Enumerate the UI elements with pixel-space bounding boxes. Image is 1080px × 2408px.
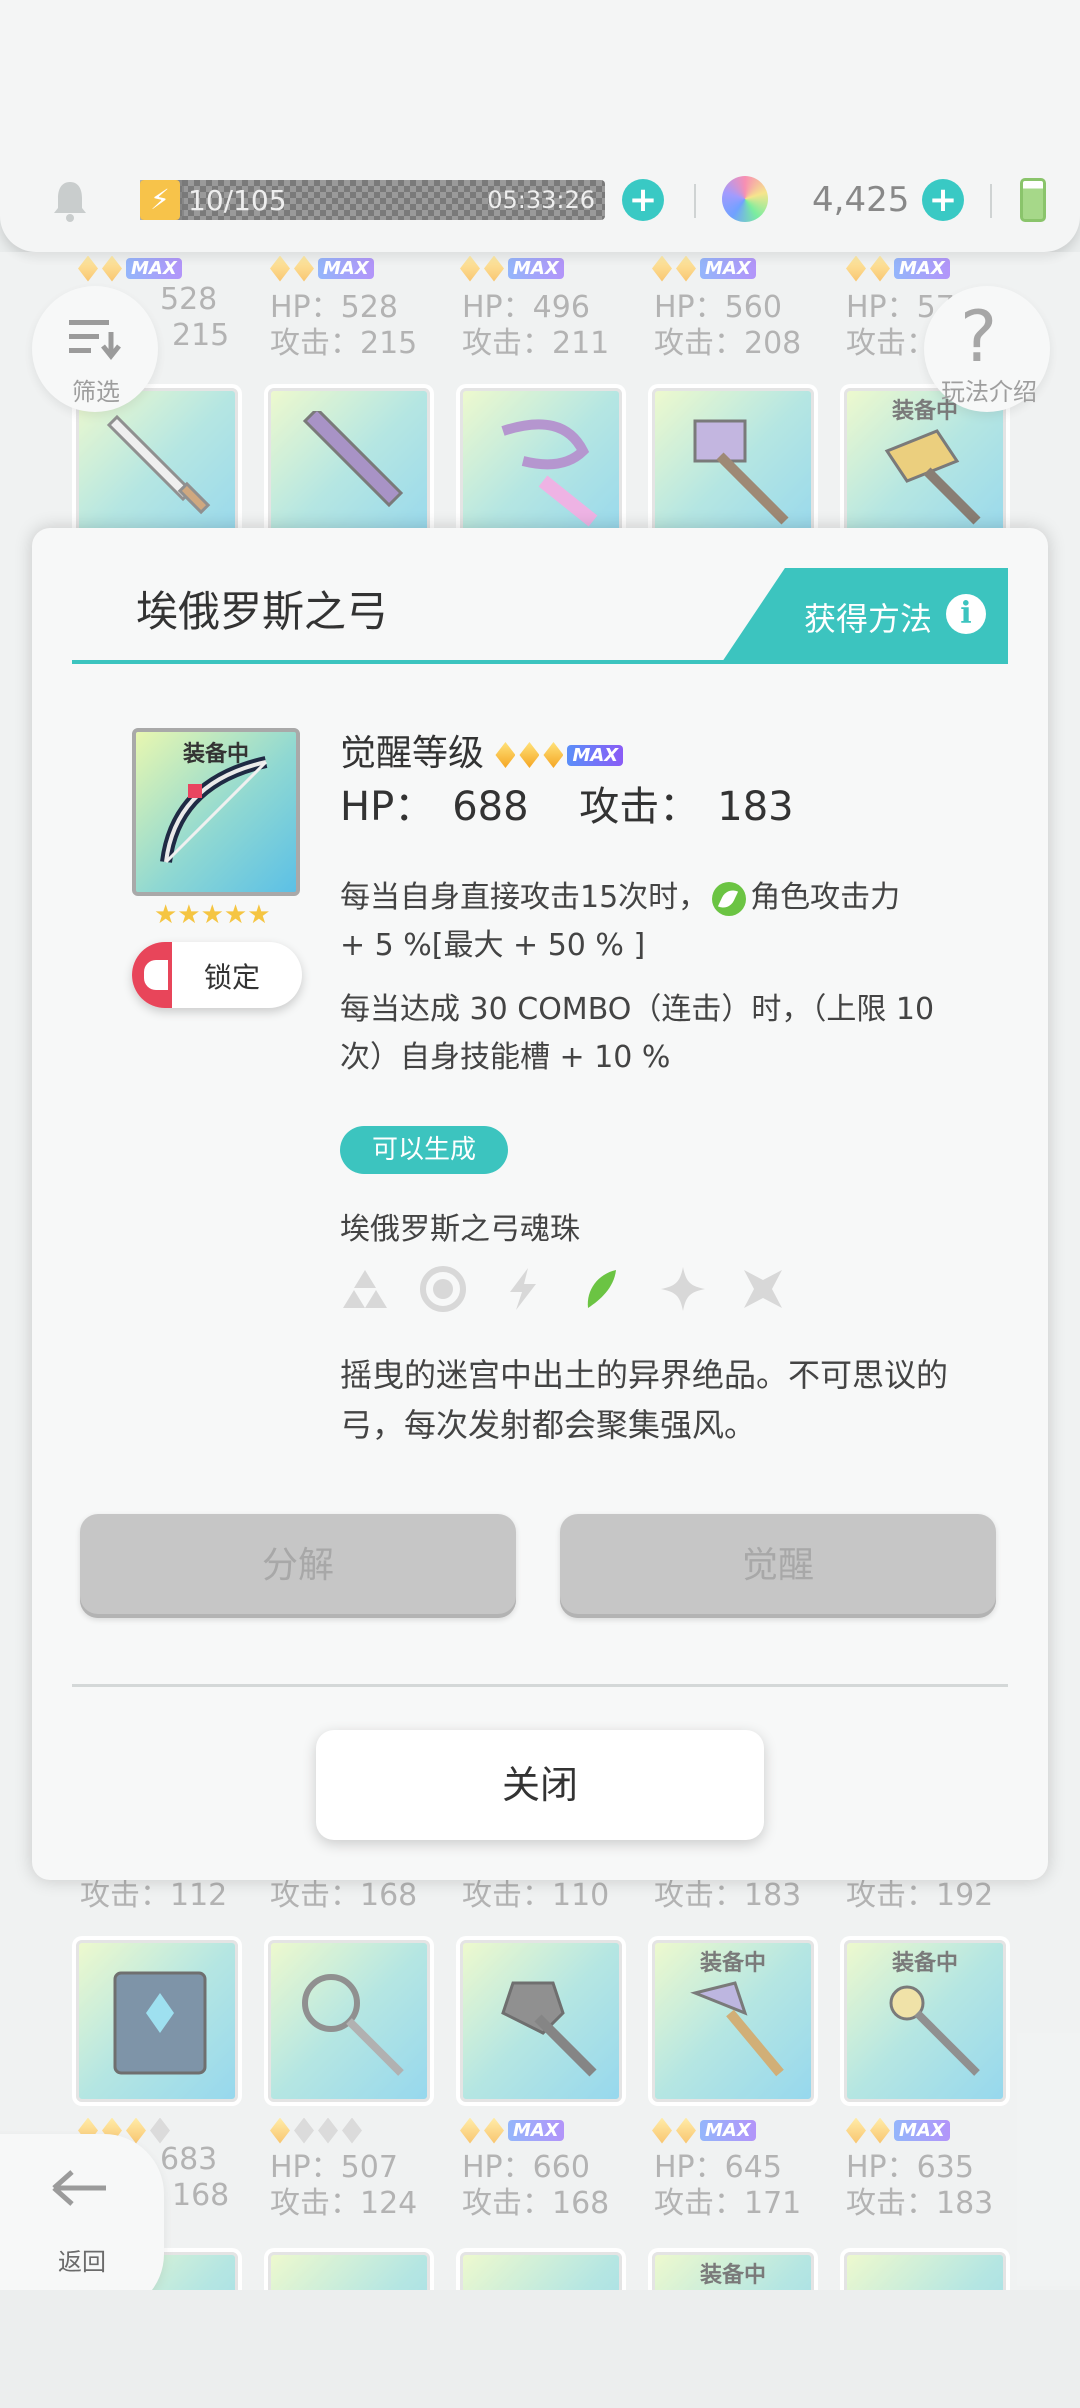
item-title: 埃俄罗斯之弓	[136, 587, 389, 636]
skill-description-2: 每当达成 30 COMBO（连击）时，（上限 10 次）自身技能槽 + 10 %	[340, 992, 935, 1075]
info-icon[interactable]: i	[946, 594, 986, 634]
awaken-diamond-icon	[543, 742, 564, 768]
lock-icon	[132, 942, 172, 1008]
earth-element-icon	[343, 1270, 387, 1308]
divider	[990, 184, 992, 218]
lightning-icon: ⚡	[140, 180, 180, 220]
add-stamina-button[interactable]: +	[622, 179, 664, 221]
awaken-label: 觉醒等级	[340, 733, 485, 774]
battery-icon	[1020, 178, 1046, 222]
lock-label: 锁定	[204, 961, 261, 994]
lock-toggle[interactable]: 锁定	[132, 942, 302, 1008]
bottom-bar	[0, 2290, 1080, 2408]
bow-icon	[160, 756, 268, 864]
attack-value: 183	[717, 784, 794, 830]
awaken-diamond-icon	[519, 742, 540, 768]
stamina-bar: ⚡ 10/105 05:33:26	[140, 180, 605, 220]
obtain-method-label[interactable]: 获得方法	[804, 594, 932, 640]
skill-description-1: 每当自身直接攻击15次时， 角色攻击力 + 5 %[最大 + 50 % ]	[340, 880, 901, 963]
awaken-button[interactable]: 觉醒	[560, 1514, 996, 1618]
decompose-button[interactable]: 分解	[80, 1514, 516, 1618]
back-label: 返回	[58, 2248, 106, 2276]
gem-icon	[722, 176, 768, 222]
awaken-level: 觉醒等级 MAX	[340, 724, 624, 776]
can-generate-badge: 可以生成	[340, 1126, 508, 1174]
item-detail-modal: 埃俄罗斯之弓 获得方法 i 装备中 ★★★★★ 锁定 觉醒等级 MAX HP： 6…	[32, 528, 1048, 1880]
hp-value: 688	[452, 784, 529, 830]
bell-icon[interactable]	[50, 178, 90, 222]
divider	[694, 184, 696, 218]
footer-divider	[72, 1684, 1008, 1687]
item-portrait: 装备中	[132, 728, 300, 896]
wind-element-icon	[712, 881, 747, 916]
soul-orb-name: 埃俄罗斯之弓魂珠	[340, 1212, 580, 1247]
dark-element-icon	[744, 1270, 782, 1308]
attack-label: 攻击：	[579, 784, 700, 830]
max-badge: MAX	[567, 744, 624, 766]
ring-element-icon	[420, 1266, 466, 1312]
lightning-element-icon	[510, 1268, 536, 1310]
item-flavor-text: 摇曳的迷宫中出土的异界绝品。不可思议的弓，每次发射都会聚集强风。	[340, 1356, 949, 1444]
wind-element-icon	[587, 1270, 616, 1308]
item-stats: HP： 688 攻击： 183	[340, 774, 812, 832]
awaken-diamond-icon	[495, 742, 516, 768]
top-status-bar: ⚡ 10/105 05:33:26 + 4,425 +	[0, 0, 1080, 252]
light-element-icon	[661, 1267, 705, 1311]
title-divider	[72, 660, 1008, 664]
close-button[interactable]: 关闭	[316, 1730, 764, 1840]
rarity-stars: ★★★★★	[154, 900, 271, 930]
stamina-timer: 05:33:26	[487, 186, 595, 214]
add-gem-button[interactable]: +	[922, 179, 964, 221]
stamina-count: 10/105	[188, 184, 287, 217]
hp-label: HP：	[340, 784, 435, 830]
gem-count: 4,425	[812, 180, 910, 220]
